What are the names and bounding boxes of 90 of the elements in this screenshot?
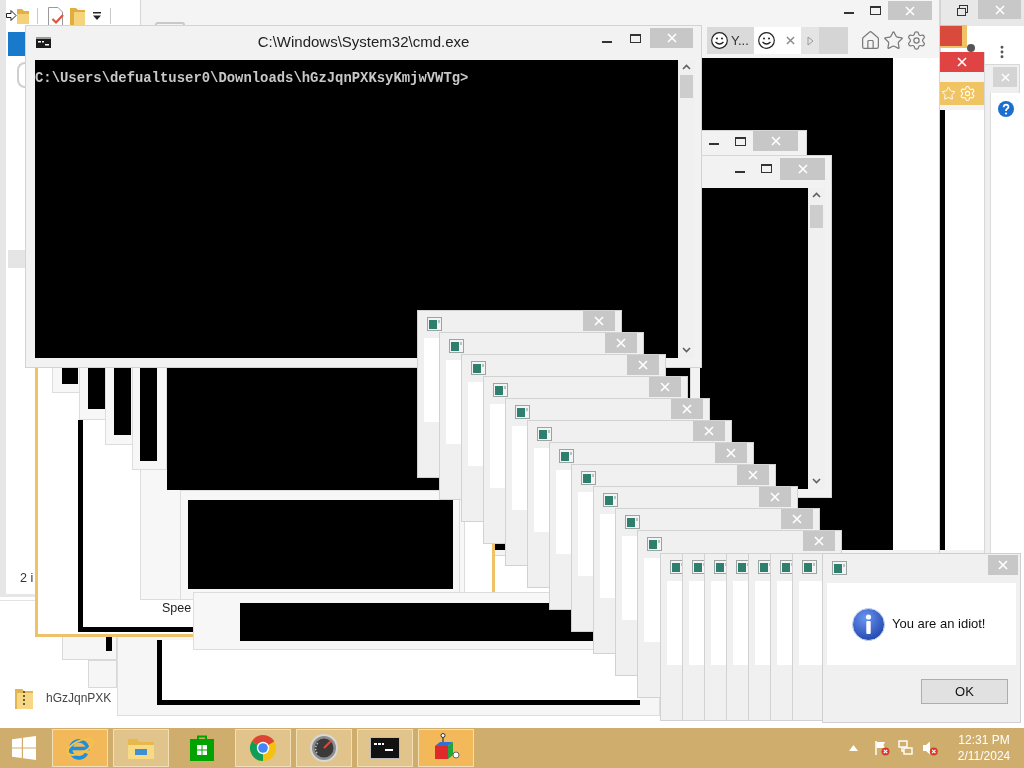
close-button[interactable] xyxy=(737,465,769,485)
close-icon xyxy=(998,560,1008,570)
tab-scroll-button[interactable] xyxy=(801,27,819,54)
terminal-icon xyxy=(36,37,51,48)
restore-icon xyxy=(956,4,968,16)
minimize-icon xyxy=(709,143,719,145)
close-button[interactable] xyxy=(993,67,1017,87)
star-icon[interactable] xyxy=(883,29,904,51)
close-icon xyxy=(748,470,758,480)
close-icon xyxy=(797,164,808,174)
close-button[interactable] xyxy=(759,487,791,507)
close-button[interactable] xyxy=(978,0,1021,19)
close-icon xyxy=(594,316,604,326)
close-button[interactable] xyxy=(649,377,681,397)
close-icon xyxy=(905,5,915,16)
taskbar-app-button[interactable] xyxy=(296,729,352,767)
gauge-icon xyxy=(310,734,338,762)
maximize-icon xyxy=(734,136,746,146)
caret-up-icon[interactable] xyxy=(849,745,858,751)
close-icon xyxy=(770,492,780,502)
info-icon xyxy=(852,607,885,641)
console-prompt: C:\Users\defualtuser0\Downloads\hGzJqnPXKsyKmjwVWTg> xyxy=(35,70,470,86)
taskbar-app-button[interactable] xyxy=(357,729,413,767)
close-button[interactable] xyxy=(803,531,835,551)
close-icon xyxy=(786,36,795,45)
speed-label: Spee xyxy=(162,600,192,616)
network-icon[interactable] xyxy=(898,740,914,756)
close-icon xyxy=(1000,72,1010,82)
star-icon[interactable] xyxy=(941,86,956,101)
windows-logo-icon xyxy=(12,736,36,760)
close-icon xyxy=(726,448,736,458)
help-icon[interactable] xyxy=(998,101,1014,117)
chevron-up-icon xyxy=(812,192,821,198)
close-button[interactable] xyxy=(693,421,725,441)
close-icon xyxy=(770,136,781,146)
close-icon xyxy=(704,426,714,436)
close-icon xyxy=(994,4,1005,15)
flag-icon[interactable] xyxy=(874,740,890,756)
close-button[interactable] xyxy=(671,399,703,419)
minimize-icon xyxy=(843,12,854,14)
caret-icon[interactable] xyxy=(93,12,101,20)
settings-icon[interactable] xyxy=(959,85,976,102)
close-icon xyxy=(957,57,967,67)
close-icon xyxy=(616,338,626,348)
close-button[interactable] xyxy=(988,555,1018,575)
browser-tab[interactable]: Y... xyxy=(707,27,754,54)
maximize-icon xyxy=(761,163,772,173)
minimize-icon xyxy=(601,41,612,43)
close-icon xyxy=(792,514,802,524)
chevron-up-icon xyxy=(682,64,691,70)
status-text: 2 i xyxy=(20,569,34,587)
file-name[interactable]: hGzJqnPXK xyxy=(46,689,112,707)
close-icon xyxy=(666,33,677,43)
round-logo-icon xyxy=(249,734,277,762)
arrow-right-icon xyxy=(806,35,814,46)
settings-icon[interactable] xyxy=(906,29,927,51)
window-title: C:\Windows\System32\cmd.exe xyxy=(257,32,470,53)
app-window-icon xyxy=(832,561,847,575)
close-button[interactable] xyxy=(715,443,747,463)
close-icon xyxy=(814,536,824,546)
smiley-icon xyxy=(758,32,775,49)
zip-folder-icon xyxy=(15,687,33,709)
close-icon xyxy=(638,360,648,370)
document-check-icon[interactable] xyxy=(48,6,64,26)
smiley-icon xyxy=(711,32,728,49)
minimize-icon xyxy=(734,171,745,173)
maximize-icon xyxy=(630,33,641,43)
speaker-icon[interactable] xyxy=(922,740,938,756)
folder-arrow-icon[interactable] xyxy=(6,7,30,25)
folder-icon[interactable] xyxy=(70,7,85,25)
app-window-icon xyxy=(802,560,817,574)
scrollbar-thumb[interactable] xyxy=(810,205,823,228)
chevron-down-icon xyxy=(682,347,691,353)
maximize-icon xyxy=(869,5,881,15)
close-button[interactable] xyxy=(605,333,637,353)
close-button[interactable] xyxy=(781,509,813,529)
terminal-icon xyxy=(370,737,400,759)
close-icon xyxy=(682,404,692,414)
browser-tab[interactable] xyxy=(754,27,801,54)
close-button[interactable] xyxy=(583,311,615,331)
close-icon xyxy=(660,382,670,392)
scrollbar-thumb[interactable] xyxy=(680,75,693,98)
ok-button[interactable]: OK xyxy=(921,679,1008,704)
shopping-bag-icon xyxy=(190,735,214,761)
app-window-icon xyxy=(647,537,662,551)
content-frame xyxy=(106,637,112,651)
message-text: You are an idiot! xyxy=(892,615,986,634)
home-icon[interactable] xyxy=(860,29,881,51)
chevron-down-icon xyxy=(812,478,821,484)
close-button[interactable] xyxy=(627,355,659,375)
